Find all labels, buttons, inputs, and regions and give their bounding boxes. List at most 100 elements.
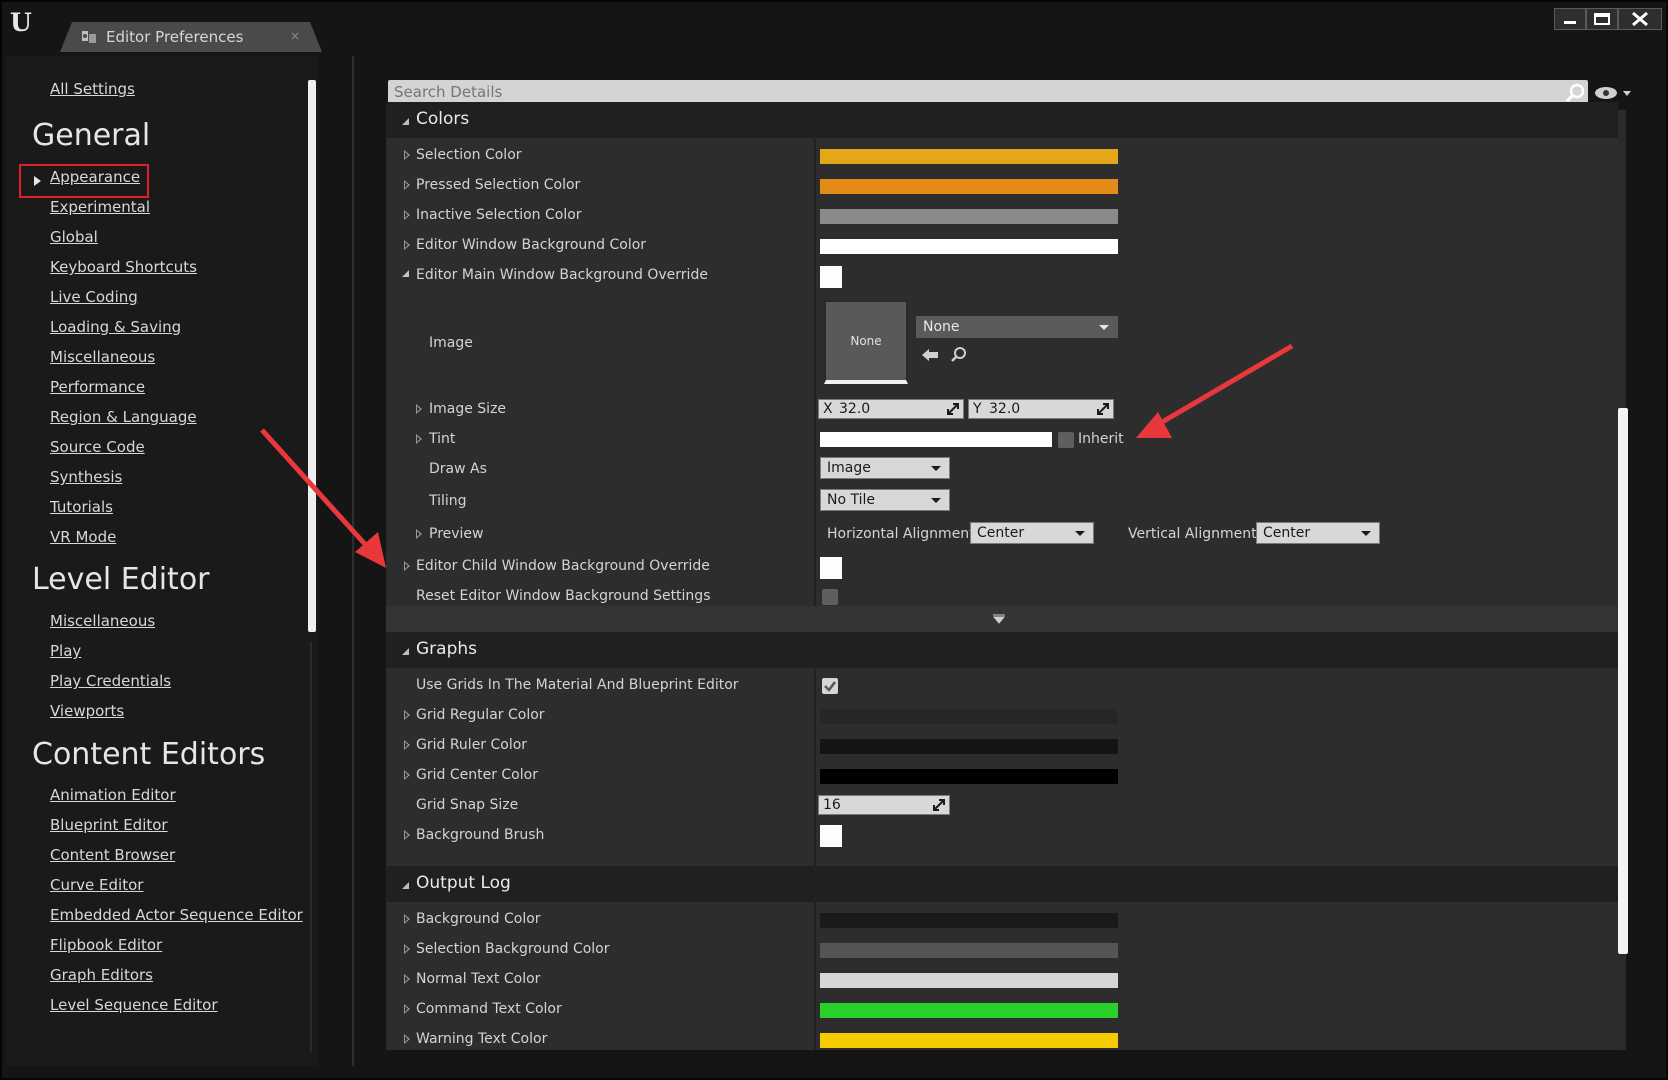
inactive-selection-color-swatch[interactable] [820,209,1118,224]
nav-performance[interactable]: Performance [50,378,145,396]
normal-text-color-swatch[interactable] [820,973,1118,988]
nav-tutorials[interactable]: Tutorials [50,498,113,516]
tab-title[interactable]: Editor Preferences [106,28,243,46]
horizontal-alignment-dropdown[interactable]: Center [970,522,1094,544]
nav-le-miscellaneous[interactable]: Miscellaneous [50,612,155,630]
category-output-log[interactable]: Output Log [386,866,1618,902]
reset-bg-settings-checkbox[interactable] [822,589,838,605]
nav-scrollbar[interactable] [308,80,316,632]
inherit-checkbox[interactable] [1058,432,1074,448]
maximize-button[interactable] [1586,8,1618,30]
close-button[interactable] [1618,8,1662,30]
grid-snap-size-field[interactable]: 16 [818,795,950,815]
advanced-expander[interactable] [386,606,1618,632]
image-size-x-field[interactable]: X 32.0 [818,399,964,419]
nav-blueprint-editor[interactable]: Blueprint Editor [50,816,168,834]
expand-arrow-icon[interactable] [404,710,410,720]
nav-source-code[interactable]: Source Code [50,438,145,456]
use-grids-checkbox[interactable] [822,678,838,694]
view-options-eye-icon[interactable] [1592,84,1632,102]
nav-graph-editors[interactable]: Graph Editors [50,966,153,984]
nav-curve-editor[interactable]: Curve Editor [50,876,143,894]
expand-arrow-icon[interactable] [404,830,410,840]
tiling-dropdown[interactable]: No Tile [820,489,950,511]
nav-viewports[interactable]: Viewports [50,702,124,720]
vertical-alignment-dropdown[interactable]: Center [1256,522,1380,544]
expand-arrow-icon[interactable] [404,770,410,780]
image-size-y-field[interactable]: Y 32.0 [968,399,1114,419]
category-colors[interactable]: Colors [386,102,1618,138]
search-input[interactable] [394,80,1544,104]
search-icon[interactable] [1564,82,1586,104]
grid-regular-color-swatch[interactable] [820,709,1118,724]
nav-play[interactable]: Play [50,642,81,660]
selection-color-swatch[interactable] [820,149,1118,164]
child-window-override-swatch[interactable] [820,557,842,579]
minimize-button[interactable] [1554,8,1586,30]
log-bg-color-swatch[interactable] [820,913,1118,928]
resize-drag-icon[interactable] [933,799,945,811]
nav-level-sequence-editor[interactable]: Level Sequence Editor [50,996,218,1014]
expand-arrow-icon[interactable] [404,914,410,924]
nav-region-language[interactable]: Region & Language [50,408,197,426]
nav-play-credentials[interactable]: Play Credentials [50,672,171,690]
background-brush-swatch[interactable] [820,825,842,847]
category-graphs[interactable]: Graphs [386,632,1618,668]
nav-synthesis[interactable]: Synthesis [50,468,122,486]
grid-center-color-swatch[interactable] [820,769,1118,784]
expand-arrow-icon[interactable] [404,240,410,250]
chevron-down-icon [1075,531,1085,536]
tint-swatch[interactable] [820,432,1052,447]
search-box[interactable] [388,80,1588,104]
nav-appearance[interactable]: Appearance [50,168,140,186]
nav-experimental[interactable]: Experimental [50,198,150,216]
nav-content-browser[interactable]: Content Browser [50,846,175,864]
window-bg-color-swatch[interactable] [820,239,1118,254]
command-text-color-swatch[interactable] [820,1003,1118,1018]
nav-all-settings[interactable]: All Settings [50,80,135,98]
details-scrollbar[interactable] [1618,408,1628,954]
nav-vr-mode[interactable]: VR Mode [50,528,116,546]
expand-arrow-icon[interactable] [404,944,410,954]
browse-search-icon[interactable] [950,346,968,364]
image-asset-combo[interactable]: None [916,316,1118,338]
main-window-override-swatch[interactable] [820,266,842,288]
expand-arrow-icon[interactable] [404,180,410,190]
grid-ruler-color-swatch[interactable] [820,739,1118,754]
chevron-down-icon [931,498,941,503]
expand-arrow-icon[interactable] [404,150,410,160]
pressed-selection-color-swatch[interactable] [820,179,1118,194]
nav-keyboard-shortcuts[interactable]: Keyboard Shortcuts [50,258,197,276]
expand-arrow-icon[interactable] [404,740,410,750]
nav-flipbook-editor[interactable]: Flipbook Editor [50,936,162,954]
nav-animation-editor[interactable]: Animation Editor [50,786,176,804]
panel-divider[interactable] [352,56,354,1066]
nav-loading-saving[interactable]: Loading & Saving [50,318,181,336]
expand-arrow-icon[interactable] [404,210,410,220]
expand-arrow-icon[interactable] [404,1004,410,1014]
expand-arrow-icon[interactable] [416,529,422,539]
image-thumbnail[interactable]: None [824,300,908,384]
nav-embedded-actor-sequence-editor[interactable]: Embedded Actor Sequence Editor [50,906,303,924]
use-selected-arrow-icon[interactable] [920,346,940,364]
column-splitter[interactable] [814,632,816,866]
resize-drag-icon[interactable] [947,403,959,415]
nav-global[interactable]: Global [50,228,98,246]
command-text-color-label: Command Text Color [416,1001,562,1017]
column-splitter[interactable] [814,102,816,606]
log-selection-bg-color-swatch[interactable] [820,943,1118,958]
expand-arrow-icon[interactable] [404,1034,410,1044]
expand-arrow-icon[interactable] [404,974,410,984]
nav-miscellaneous[interactable]: Miscellaneous [50,348,155,366]
nav-live-coding[interactable]: Live Coding [50,288,138,306]
expand-arrow-icon[interactable] [404,561,410,571]
warning-text-color-swatch[interactable] [820,1033,1118,1048]
image-label: Image [429,335,473,351]
column-splitter[interactable] [814,866,816,1050]
resize-drag-icon[interactable] [1097,403,1109,415]
draw-as-dropdown[interactable]: Image [820,457,950,479]
tab-close-icon[interactable]: × [290,29,300,43]
expand-arrow-icon[interactable] [416,404,422,414]
collapse-arrow-icon[interactable] [402,270,409,277]
expand-arrow-icon[interactable] [416,434,422,444]
